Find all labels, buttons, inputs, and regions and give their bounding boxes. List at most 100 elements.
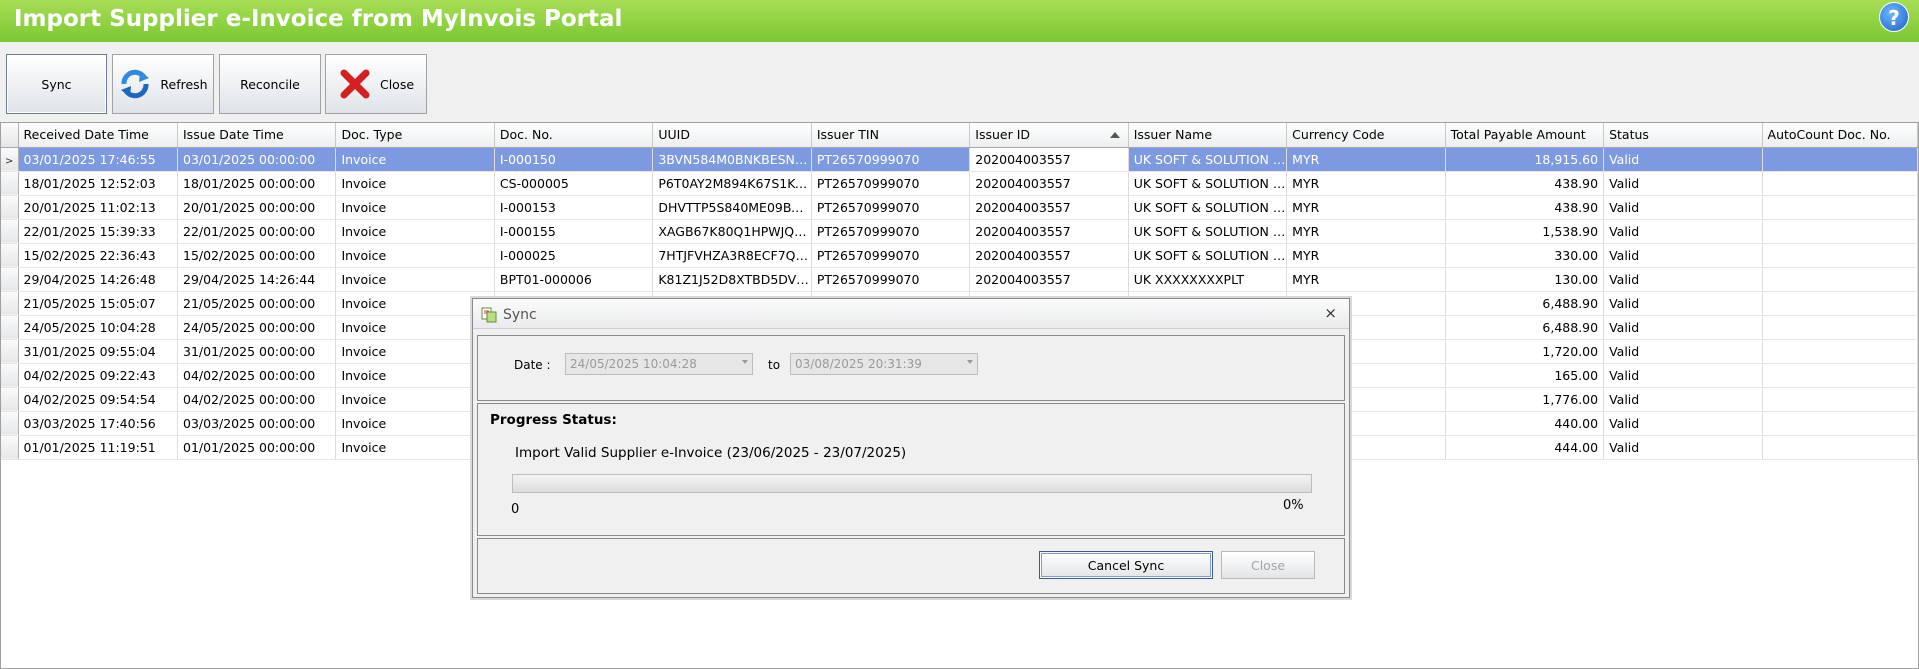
table-cell[interactable]: PT26570999070 xyxy=(811,171,971,196)
table-cell[interactable]: K81Z1J52D8XTBD5DVG1... xyxy=(652,267,812,292)
row-indicator[interactable] xyxy=(1,219,19,244)
table-cell[interactable]: 440.00 xyxy=(1445,411,1605,436)
table-cell[interactable]: 18/01/2025 00:00:00 xyxy=(177,171,337,196)
table-cell[interactable]: Invoice xyxy=(335,171,495,196)
table-cell[interactable]: UK XXXXXXXXPLT xyxy=(1128,267,1288,292)
table-cell[interactable]: 31/01/2025 00:00:00 xyxy=(177,339,337,364)
table-cell[interactable]: Invoice xyxy=(335,315,495,340)
table-cell[interactable]: 24/05/2025 00:00:00 xyxy=(177,315,337,340)
table-cell[interactable]: MYR xyxy=(1286,171,1446,196)
table-cell[interactable]: 202004003557 xyxy=(969,147,1129,172)
table-cell[interactable]: 444.00 xyxy=(1445,435,1605,460)
table-cell[interactable] xyxy=(1762,195,1919,220)
table-cell[interactable]: Invoice xyxy=(335,387,495,412)
table-cell[interactable]: 1,538.90 xyxy=(1445,219,1605,244)
table-cell[interactable]: 202004003557 xyxy=(969,243,1129,268)
dialog-close-button[interactable]: Close xyxy=(1221,551,1315,579)
table-cell[interactable]: Valid xyxy=(1603,267,1763,292)
table-cell[interactable]: 7HTJFVHZA3R8ECF7QB... xyxy=(652,243,812,268)
table-cell[interactable]: 01/01/2025 11:19:51 xyxy=(18,435,179,460)
table-cell[interactable] xyxy=(1762,363,1919,388)
table-cell[interactable]: 20/01/2025 00:00:00 xyxy=(177,195,337,220)
table-cell[interactable] xyxy=(1762,339,1919,364)
table-cell[interactable]: Valid xyxy=(1603,339,1763,364)
table-cell[interactable]: 21/05/2025 00:00:00 xyxy=(177,291,337,316)
table-cell[interactable]: I-000155 xyxy=(494,219,654,244)
table-cell[interactable]: BPT01-000006 xyxy=(494,267,654,292)
table-cell[interactable]: 22/01/2025 15:39:33 xyxy=(18,219,179,244)
column-header[interactable]: Issue Date Time xyxy=(177,123,337,148)
table-cell[interactable]: 03/03/2025 17:40:56 xyxy=(18,411,179,436)
table-cell[interactable]: 165.00 xyxy=(1445,363,1605,388)
table-cell[interactable]: Invoice xyxy=(335,147,495,172)
table-cell[interactable]: 03/01/2025 00:00:00 xyxy=(177,147,337,172)
table-cell[interactable]: 1,720.00 xyxy=(1445,339,1605,364)
table-cell[interactable]: MYR xyxy=(1286,267,1446,292)
table-cell[interactable]: 438.90 xyxy=(1445,195,1605,220)
column-header[interactable]: Total Payable Amount xyxy=(1445,123,1605,148)
table-row[interactable]: 18/01/2025 12:52:03 18/01/2025 00:00:00 In… xyxy=(1,171,1919,196)
table-cell[interactable]: Valid xyxy=(1603,387,1763,412)
table-cell[interactable]: 1,776.00 xyxy=(1445,387,1605,412)
table-cell[interactable]: 24/05/2025 10:04:28 xyxy=(18,315,179,340)
table-cell[interactable]: Valid xyxy=(1603,315,1763,340)
table-cell[interactable]: 29/04/2025 14:26:44 xyxy=(177,267,337,292)
table-cell[interactable]: 01/01/2025 00:00:00 xyxy=(177,435,337,460)
table-cell[interactable]: Invoice xyxy=(335,267,495,292)
dialog-close-icon[interactable]: × xyxy=(1324,304,1337,322)
table-cell[interactable]: 202004003557 xyxy=(969,171,1129,196)
table-cell[interactable] xyxy=(1762,315,1919,340)
table-cell[interactable]: 31/01/2025 09:55:04 xyxy=(18,339,179,364)
reconcile-button[interactable]: Reconcile xyxy=(219,54,321,114)
column-header[interactable]: Status xyxy=(1603,123,1763,148)
row-indicator[interactable] xyxy=(1,243,19,268)
table-cell[interactable]: 18,915.60 xyxy=(1445,147,1605,172)
column-header[interactable]: Received Date Time xyxy=(18,123,179,148)
table-cell[interactable]: PT26570999070 xyxy=(811,243,971,268)
table-cell[interactable]: Invoice xyxy=(335,363,495,388)
table-cell[interactable]: Valid xyxy=(1603,363,1763,388)
table-cell[interactable]: MYR xyxy=(1286,243,1446,268)
table-cell[interactable]: UK SOFT & SOLUTION P... xyxy=(1128,195,1288,220)
table-cell[interactable]: PT26570999070 xyxy=(811,219,971,244)
table-cell[interactable]: Valid xyxy=(1603,171,1763,196)
table-cell[interactable]: MYR xyxy=(1286,147,1446,172)
table-cell[interactable]: I-000150 xyxy=(494,147,654,172)
table-cell[interactable]: Invoice xyxy=(335,195,495,220)
table-cell[interactable] xyxy=(1762,171,1919,196)
table-cell[interactable]: 202004003557 xyxy=(969,219,1129,244)
table-cell[interactable]: I-000153 xyxy=(494,195,654,220)
table-cell[interactable]: 03/03/2025 00:00:00 xyxy=(177,411,337,436)
column-header[interactable]: Issuer Name xyxy=(1128,123,1288,148)
table-cell[interactable]: XAGB67K80Q1HPWJQ6... xyxy=(652,219,812,244)
row-indicator[interactable] xyxy=(1,339,19,364)
table-cell[interactable]: 22/01/2025 00:00:00 xyxy=(177,219,337,244)
table-cell[interactable]: Valid xyxy=(1603,219,1763,244)
table-row[interactable]: 29/04/2025 14:26:48 29/04/2025 14:26:44 In… xyxy=(1,267,1919,292)
table-cell[interactable]: 04/02/2025 09:22:43 xyxy=(18,363,179,388)
column-header[interactable]: AutoCount Doc. No. xyxy=(1762,123,1919,148)
table-cell[interactable]: UK SOFT & SOLUTION P... xyxy=(1128,171,1288,196)
table-cell[interactable]: 29/04/2025 14:26:48 xyxy=(18,267,179,292)
table-cell[interactable]: 03/01/2025 17:46:55 xyxy=(18,147,179,172)
column-header[interactable]: Doc. Type xyxy=(335,123,495,148)
column-header[interactable]: Currency Code xyxy=(1286,123,1446,148)
row-indicator[interactable] xyxy=(1,171,19,196)
table-cell[interactable]: Invoice xyxy=(335,435,495,460)
table-row[interactable]: >03/01/2025 17:46:55 03/01/2025 00:00:00 I… xyxy=(1,147,1919,172)
table-cell[interactable]: 438.90 xyxy=(1445,171,1605,196)
table-cell[interactable]: 04/02/2025 00:00:00 xyxy=(177,387,337,412)
refresh-button[interactable]: Refresh xyxy=(112,54,214,114)
table-cell[interactable]: 6,488.90 xyxy=(1445,315,1605,340)
table-cell[interactable] xyxy=(1762,291,1919,316)
row-indicator[interactable] xyxy=(1,195,19,220)
table-cell[interactable]: UK SOFT & SOLUTION P... xyxy=(1128,219,1288,244)
column-header[interactable]: Issuer TIN xyxy=(811,123,971,148)
table-cell[interactable]: P6T0AY2M894K67S1KC... xyxy=(652,171,812,196)
table-cell[interactable]: Invoice xyxy=(335,243,495,268)
help-icon[interactable]: ? xyxy=(1879,2,1909,32)
row-indicator[interactable] xyxy=(1,315,19,340)
table-cell[interactable]: 15/02/2025 00:00:00 xyxy=(177,243,337,268)
sync-button[interactable]: Sync xyxy=(6,54,107,114)
row-indicator[interactable] xyxy=(1,387,19,412)
